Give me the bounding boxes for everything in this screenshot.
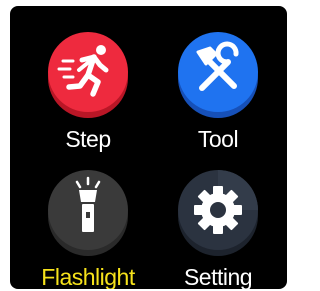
- step-app-button[interactable]: Step: [38, 30, 138, 160]
- gear-icon: [178, 170, 258, 256]
- wrench-hammer-icon: [178, 32, 258, 118]
- tool-app-button[interactable]: Tool: [168, 30, 268, 160]
- flashlight-label: Flashlight: [41, 264, 135, 289]
- flashlight-app-button[interactable]: Flashlight: [38, 168, 138, 289]
- running-person-icon: [48, 32, 128, 118]
- step-label: Step: [65, 126, 111, 152]
- setting-label: Setting: [183, 264, 253, 289]
- watch-screen: Step Tool Flashlight Setting: [10, 6, 287, 289]
- flashlight-icon: [48, 170, 128, 256]
- setting-app-button[interactable]: Setting: [168, 168, 268, 289]
- tool-label: Tool: [197, 126, 239, 152]
